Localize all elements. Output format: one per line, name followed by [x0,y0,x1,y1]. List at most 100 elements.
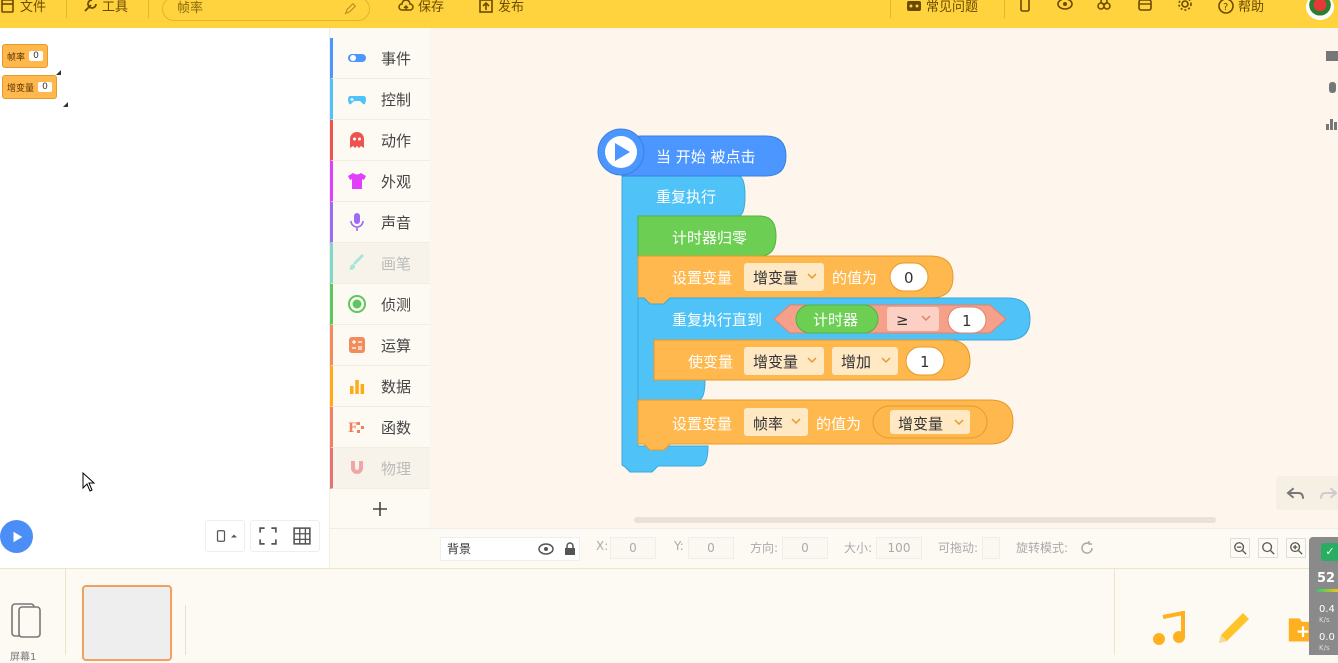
zoom-reset-icon[interactable] [1258,538,1278,558]
direction-value: 0 [801,541,809,555]
publish-button[interactable]: 发布 [478,0,524,15]
y-input[interactable]: 0 [688,537,734,559]
horizontal-scrollbar[interactable] [634,517,1216,523]
avatar[interactable] [1306,0,1334,20]
eye-icon[interactable] [1056,0,1074,12]
caret-up-icon [230,534,237,538]
category-operators[interactable]: 运算 [330,325,430,366]
category-pen[interactable]: 画笔 [330,243,430,284]
community-icon[interactable] [1095,0,1113,12]
value-input-text: 0 [904,269,914,287]
category-physics[interactable]: 物理 [330,448,430,489]
zoom-in-icon[interactable] [1286,538,1306,558]
perf-upload: 0.4 [1319,604,1335,615]
fullscreen-icon[interactable] [259,527,277,545]
variable-dropdown-value: 增变量 [753,353,798,371]
asset-panel [1114,569,1318,655]
sprite-name-text: 背景 [447,542,472,556]
tshirt-icon [348,173,366,189]
x-input[interactable]: 0 [610,537,656,559]
reporter-value: 增变量 [898,415,943,433]
zoom-out-icon[interactable] [1230,538,1250,558]
microphone-icon[interactable] [1326,82,1338,96]
set-variable-block[interactable]: 设置变量 增变量 的值为 0 [637,255,954,305]
script-canvas[interactable]: 重复执行 当 开始 被点击 计时器归零 设置变量 增变量 的值为 0 重复执行直… [430,28,1338,528]
monitor-fps[interactable]: 帧率 0 [2,44,49,68]
svg-text:F: F [348,421,358,436]
change-variable-block[interactable]: 使变量 增变量 增加 1 [653,339,971,381]
bar-chart-icon [350,380,365,394]
operator-dropdown[interactable] [887,307,939,331]
size-input[interactable]: 100 [876,537,922,559]
repeat-until-label: 重复执行直到 [672,311,762,329]
resize-handle[interactable] [63,102,68,107]
grid-icon[interactable] [293,527,311,545]
file-icon [1,0,14,13]
category-sound[interactable]: 声音 [330,202,430,243]
project-name-input[interactable]: 帧率 [162,0,370,21]
undo-icon[interactable] [1286,485,1305,501]
tablet-icon [11,603,41,638]
category-label: 外观 [381,172,412,191]
help-button[interactable]: ? 帮助 [1218,0,1264,15]
stage-panel: 帧率 0 增变量 0 [0,28,330,568]
project-name-text: 帧率 [177,1,204,16]
run-button[interactable] [0,520,33,553]
ghost-icon [350,132,364,148]
screen-tab[interactable]: 屏幕1 [0,569,66,663]
function-icon: F [348,421,364,436]
device-button[interactable] [205,520,245,552]
divider [66,0,67,18]
change-variable-label: 使变量 [688,353,733,371]
gear-icon[interactable] [1176,0,1194,12]
rotation-mode-label: 旋转模式: [1016,541,1069,555]
help-label: 帮助 [1238,0,1265,15]
file-menu[interactable]: 文件 [0,0,46,15]
category-looks[interactable]: 外观 [330,161,430,202]
resize-handle[interactable] [56,70,61,75]
chest-icon[interactable] [1136,0,1154,12]
size-label: 大小: [844,541,873,555]
category-control[interactable]: 控制 [330,79,430,120]
upload-icon[interactable] [1326,48,1338,62]
category-events[interactable]: 事件 [330,38,430,79]
direction-input[interactable]: 0 [782,537,828,559]
redo-icon[interactable] [1319,485,1338,501]
screen-label: 屏幕1 [10,652,37,663]
pencil-icon[interactable] [1215,611,1251,647]
lock-icon[interactable] [564,542,576,556]
toggle-icon [348,54,366,62]
value-label: 的值为 [832,269,877,287]
sprite-name-field[interactable]: 背景 [440,537,580,561]
eye-icon[interactable] [538,543,554,555]
save-button[interactable]: 保存 [398,0,444,15]
monitor-value: 0 [38,82,53,92]
add-extension-button[interactable] [330,489,430,529]
monitor-counter[interactable]: 增变量 0 [2,75,58,99]
music-note-icon[interactable] [1151,611,1187,647]
when-start-hat-block[interactable]: 当 开始 被点击 [597,128,787,177]
screen-thumbnail[interactable] [82,585,172,661]
x-value: 0 [629,541,637,555]
category-data[interactable]: 数据 [330,366,430,407]
reset-timer-block[interactable]: 计时器归零 [637,215,777,257]
category-sensing[interactable]: 侦测 [330,284,430,325]
phone-icon[interactable] [1017,0,1033,12]
code-workspace[interactable]: 重复执行 当 开始 被点击 计时器归零 设置变量 增变量 的值为 0 重复执行直… [430,28,1338,528]
category-motion[interactable]: 动作 [330,120,430,161]
rotate-icon[interactable] [1080,541,1094,555]
set-variable-block[interactable]: 设置变量 帧率 的值为 增变量 [637,399,1014,451]
category-label: 运算 [381,336,412,355]
monitor-value: 0 [29,51,44,61]
perf-download: 0.0 [1319,632,1335,643]
tools-menu[interactable]: 工具 [82,0,128,15]
value-label: 的值为 [816,415,861,433]
draggable-toggle[interactable] [982,537,1000,559]
top-bar: 文件 工具 帧率 保存 发布 常见问题 ? 帮助 [0,0,1338,28]
faq-button[interactable]: 常见问题 [906,0,978,15]
divider [1004,0,1005,18]
variable-dropdown-value: 增变量 [753,269,798,287]
bar-chart-icon[interactable] [1326,116,1338,130]
category-functions[interactable]: F 函数 [330,407,430,448]
undo-redo-group [1276,476,1338,510]
